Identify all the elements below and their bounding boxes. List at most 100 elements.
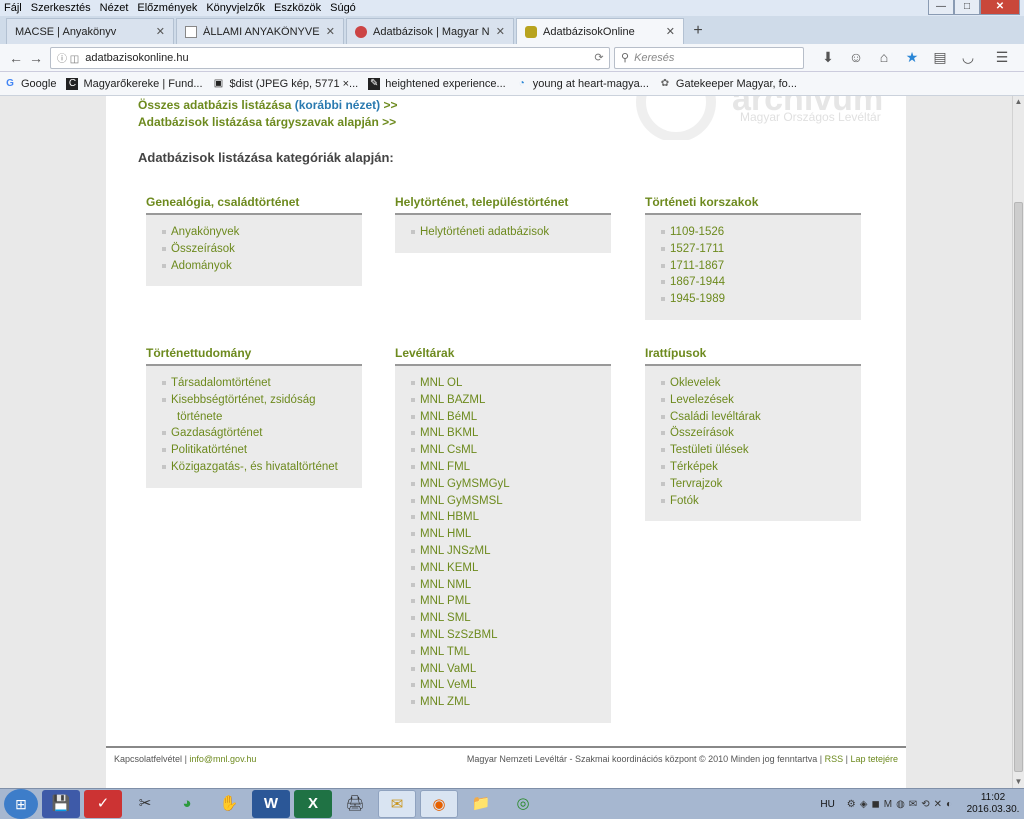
category-link[interactable]: Kisebbségtörténet, zsidóság története bbox=[146, 392, 362, 426]
minimize-button[interactable]: — bbox=[928, 0, 954, 15]
close-window-button[interactable]: ✕ bbox=[980, 0, 1020, 15]
menu-help[interactable]: Súgó bbox=[330, 2, 356, 14]
close-tab-icon[interactable]: ✕ bbox=[496, 25, 505, 38]
close-tab-icon[interactable]: ✕ bbox=[326, 25, 335, 38]
category-link[interactable]: MNL FML bbox=[395, 459, 611, 476]
menu-edit[interactable]: Szerkesztés bbox=[31, 2, 91, 14]
category-link[interactable]: Politikatörténet bbox=[146, 442, 362, 459]
reload-icon[interactable]: ⟳ bbox=[589, 51, 609, 64]
home-icon[interactable]: ⌂ bbox=[870, 49, 898, 66]
tab-adatbazisok-mnl[interactable]: Adatbázisok | Magyar Nem... ✕ bbox=[346, 18, 514, 44]
back-arrow-icon[interactable]: ← bbox=[6, 48, 26, 68]
category-link[interactable]: 1945-1989 bbox=[645, 291, 861, 308]
bookmark-dist-jpeg[interactable]: ▣ $dist (JPEG kép, 5771 ×... bbox=[213, 78, 358, 90]
start-button[interactable]: ⊞ bbox=[4, 789, 38, 819]
bookmark-heightened[interactable]: ✎ heightened experience... bbox=[368, 77, 506, 90]
download-icon[interactable]: ⬇ bbox=[814, 49, 842, 66]
language-indicator[interactable]: HU bbox=[820, 799, 834, 810]
bookmark-magyarokereke[interactable]: C Magyarőkereke | Fund... bbox=[66, 77, 203, 90]
info-icon[interactable]: ⓘ ◫ bbox=[57, 50, 79, 65]
category-link-line2[interactable]: története bbox=[171, 409, 362, 426]
new-tab-button[interactable]: + bbox=[686, 18, 710, 44]
bookmark-google[interactable]: G Google bbox=[4, 78, 56, 90]
taskbar-app-hand-icon[interactable]: ✋ bbox=[210, 790, 248, 818]
category-title[interactable]: Történettudomány bbox=[146, 346, 362, 360]
maximize-button[interactable]: □ bbox=[954, 0, 980, 15]
all-databases-arrow[interactable]: >> bbox=[383, 98, 397, 112]
tray-icons[interactable]: ⚙◈◼M◍✉⟲✕◐ bbox=[847, 799, 956, 810]
category-link[interactable]: Összeírások bbox=[645, 425, 861, 442]
category-link[interactable]: MNL BKML bbox=[395, 425, 611, 442]
category-link[interactable]: MNL SzSzBML bbox=[395, 627, 611, 644]
contact-link[interactable]: Kapcsolatfelvétel bbox=[114, 754, 182, 764]
category-link[interactable]: Testületi ülések bbox=[645, 442, 861, 459]
category-link[interactable]: Családi levéltárak bbox=[645, 409, 861, 426]
category-link[interactable]: Gazdaságtörténet bbox=[146, 425, 362, 442]
vertical-scrollbar[interactable]: ▲ ▼ bbox=[1012, 96, 1024, 788]
menu-tools[interactable]: Eszközök bbox=[274, 2, 321, 14]
subjects-link[interactable]: Adatbázisok listázása tárgyszavak alapjá… bbox=[138, 115, 396, 129]
category-link[interactable]: MNL ZML bbox=[395, 694, 611, 711]
menu-file[interactable]: Fájl bbox=[4, 2, 22, 14]
chat-icon[interactable]: ☺ bbox=[842, 49, 870, 66]
tab-macse[interactable]: MACSE | Anyakönyv ✕ bbox=[6, 18, 174, 44]
category-link[interactable]: MNL SML bbox=[395, 610, 611, 627]
taskbar-app-chrome-icon[interactable]: ◕ bbox=[168, 790, 206, 818]
taskbar-app-printer-icon[interactable]: 🖨 bbox=[336, 790, 374, 818]
category-link[interactable]: Összeírások bbox=[146, 241, 362, 258]
category-link[interactable]: 1711-1867 bbox=[645, 258, 861, 275]
category-link-line1[interactable]: Kisebbségtörténet, zsidóság bbox=[171, 394, 315, 406]
category-link[interactable]: 1867-1944 bbox=[645, 274, 861, 291]
clock[interactable]: 11:02 2016.03.30. bbox=[962, 792, 1024, 816]
category-link[interactable]: Adományok bbox=[146, 258, 362, 275]
close-tab-icon[interactable]: ✕ bbox=[156, 25, 165, 38]
taskbar-app-firefox-icon[interactable]: ◉ bbox=[420, 790, 458, 818]
bookmark-young-at-heart[interactable]: ◔ young at heart-magya... bbox=[516, 78, 649, 90]
menu-view[interactable]: Nézet bbox=[100, 2, 129, 14]
taskbar-app-folder-icon[interactable]: 📁 bbox=[462, 790, 500, 818]
category-title[interactable]: Történeti korszakok bbox=[645, 195, 861, 209]
category-link[interactable]: 1527-1711 bbox=[645, 241, 861, 258]
category-link[interactable]: MNL HML bbox=[395, 526, 611, 543]
scroll-down-icon[interactable]: ▼ bbox=[1013, 776, 1024, 788]
category-link[interactable]: MNL TML bbox=[395, 644, 611, 661]
category-title[interactable]: Genealógia, családtörténet bbox=[146, 195, 362, 209]
category-link[interactable]: MNL VaML bbox=[395, 661, 611, 678]
category-link[interactable]: Közigazgatás-, és hivataltörténet bbox=[146, 459, 362, 476]
bookmarks-list-icon[interactable]: ▤ bbox=[926, 49, 954, 66]
category-link[interactable]: MNL HBML bbox=[395, 509, 611, 526]
category-title[interactable]: Helytörténet, településtörténet bbox=[395, 195, 611, 209]
category-link[interactable]: Oklevelek bbox=[645, 375, 861, 392]
scroll-up-icon[interactable]: ▲ bbox=[1013, 96, 1024, 108]
category-link[interactable]: Térképek bbox=[645, 459, 861, 476]
category-link[interactable]: Levelezések bbox=[645, 392, 861, 409]
taskbar-app-save-icon[interactable]: 💾 bbox=[42, 790, 80, 818]
category-link[interactable]: MNL KEML bbox=[395, 560, 611, 577]
category-link[interactable]: Társadalomtörténet bbox=[146, 375, 362, 392]
address-bar[interactable]: ⓘ ◫ adatbazisokonline.hu ⟳ bbox=[50, 46, 610, 69]
hamburger-menu-icon[interactable]: ☰ bbox=[988, 49, 1016, 66]
category-link[interactable]: MNL NML bbox=[395, 577, 611, 594]
close-tab-icon[interactable]: ✕ bbox=[666, 25, 675, 38]
old-view-link[interactable]: (korábbi nézet) bbox=[295, 98, 380, 112]
taskbar-app-excel-icon[interactable]: X bbox=[294, 790, 332, 818]
email-link[interactable]: info@mnl.gov.hu bbox=[189, 754, 256, 764]
category-link[interactable]: MNL GyMSMGyL bbox=[395, 476, 611, 493]
rss-link[interactable]: RSS bbox=[825, 754, 844, 764]
taskbar-app-media-icon[interactable]: ◎ bbox=[504, 790, 542, 818]
back-to-top-link[interactable]: Lap tetejére bbox=[850, 754, 898, 764]
category-link[interactable]: MNL BAZML bbox=[395, 392, 611, 409]
forward-arrow-icon[interactable]: → bbox=[26, 48, 46, 68]
tab-adatbazisokonline[interactable]: AdatbázisokOnline ✕ bbox=[516, 18, 684, 44]
bookmark-star-icon[interactable]: ★ bbox=[898, 49, 926, 66]
category-title[interactable]: Levéltárak bbox=[395, 346, 611, 360]
category-link[interactable]: MNL OL bbox=[395, 375, 611, 392]
category-link[interactable]: MNL VeML bbox=[395, 677, 611, 694]
scroll-thumb[interactable] bbox=[1014, 202, 1023, 772]
all-databases-link[interactable]: Összes adatbázis listázása bbox=[138, 98, 291, 112]
bookmark-gatekeeper[interactable]: ✿ Gatekeeper Magyar, fo... bbox=[659, 78, 797, 90]
pocket-icon[interactable]: ◡ bbox=[954, 49, 982, 66]
category-link[interactable]: Fotók bbox=[645, 493, 861, 510]
tab-allami-anyakonyvek[interactable]: ÁLLAMI ANYAKÖNYVEK - ... ✕ bbox=[176, 18, 344, 44]
menu-bookmarks[interactable]: Könyvjelzők bbox=[206, 2, 265, 14]
